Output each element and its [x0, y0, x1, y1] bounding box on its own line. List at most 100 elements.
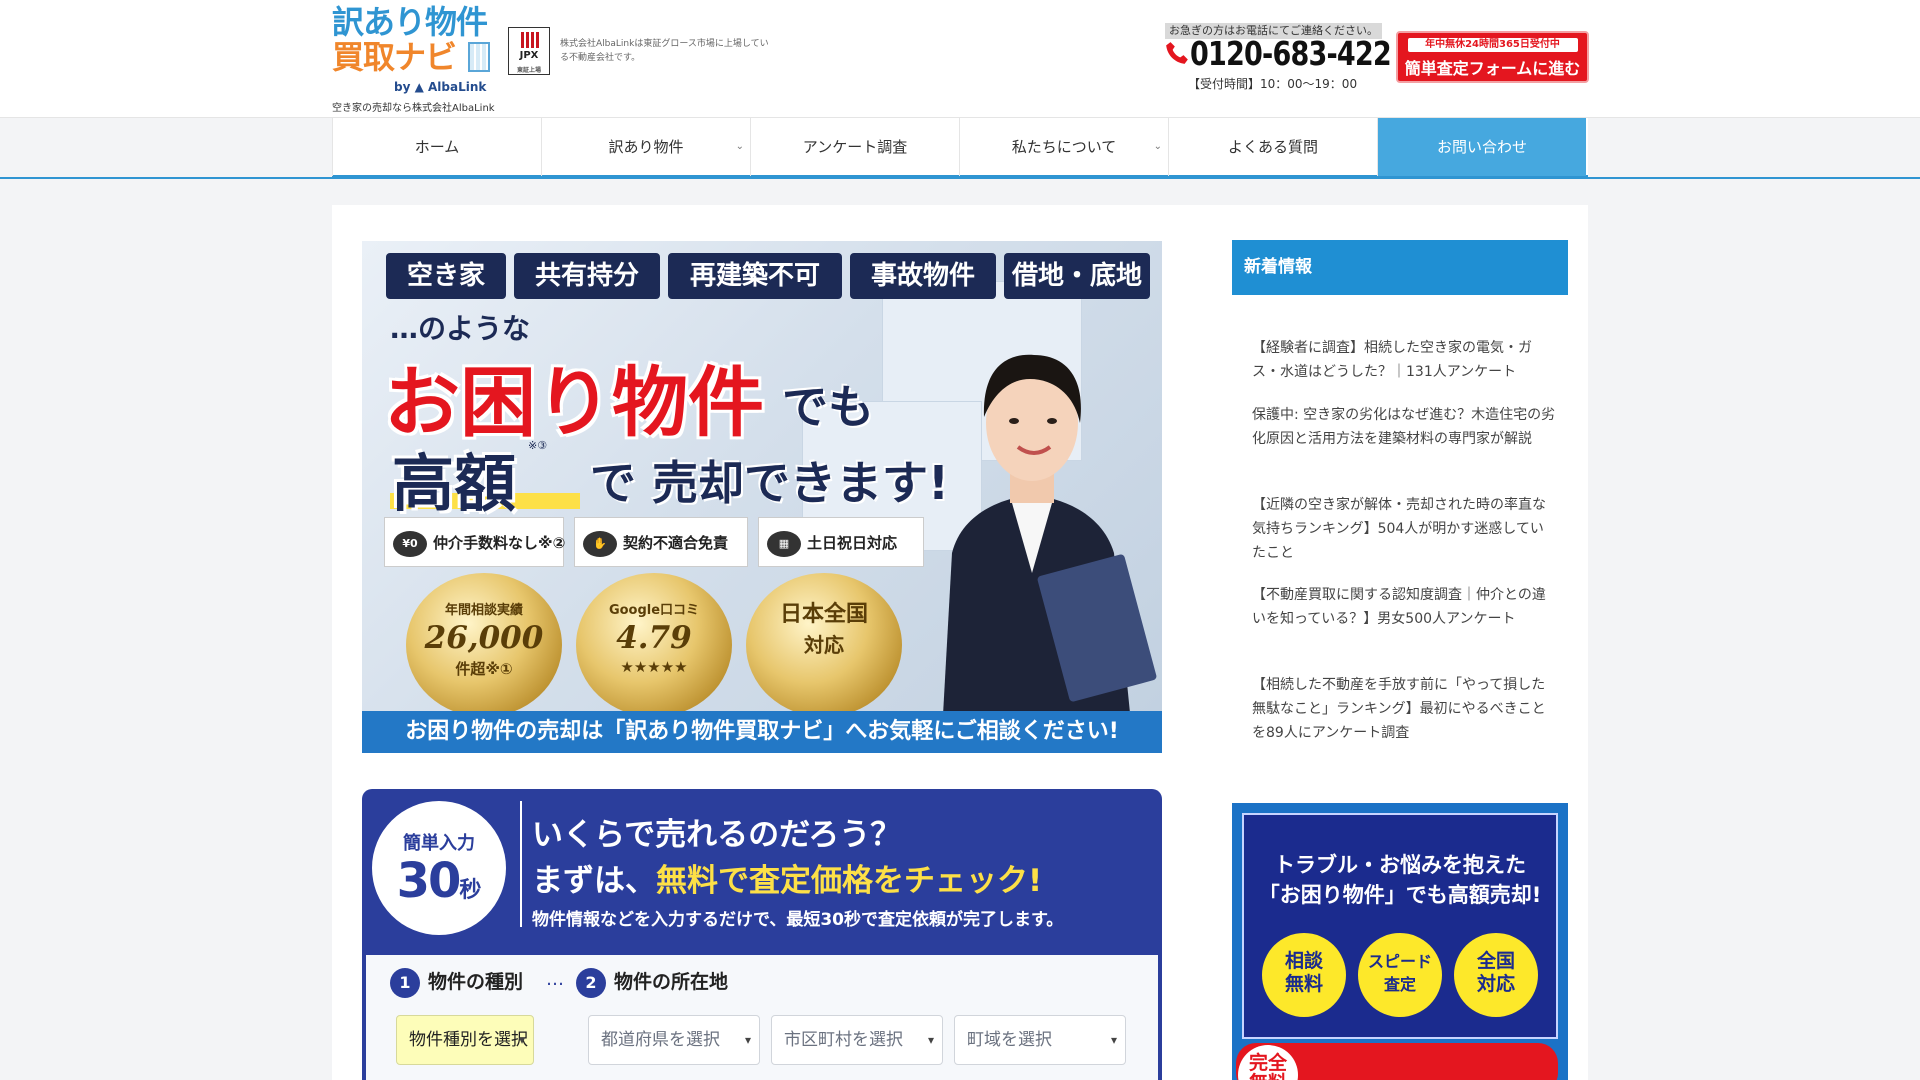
badge-number: 30秒	[372, 855, 506, 917]
form-panel: 1 物件の種別 … 2 物件の所在地 物件種別を選択 ▾ 都道府県を選択 ▾ 市区町村を…	[366, 955, 1158, 1080]
feature-label: 仲介手数料なし※②	[433, 534, 566, 552]
badge-title: 簡単入力	[403, 833, 475, 854]
feature-liability-waiver: ✋ 契約不適合免責	[574, 517, 748, 567]
medal-unit: 件超※①	[455, 660, 513, 678]
step-number: 1	[390, 967, 420, 998]
form-description: 物件情報などを入力するだけで、最短30秒で査定依頼が完了します。	[532, 910, 1064, 930]
banner-line1: トラブル・お悩みを抱えた	[1274, 853, 1526, 877]
hero-headline-suffix: でも	[782, 380, 874, 434]
easy-input-badge: 簡単入力 30秒	[372, 801, 506, 935]
feature-label: 契約不適合免責	[623, 534, 729, 552]
chevron-down-icon: ⌄	[735, 141, 744, 152]
hero-high-price: 高額	[392, 447, 517, 520]
yen-zero-icon: ¥0	[393, 530, 427, 557]
form-subheading-highlight: 無料で査定価格をチェック!	[656, 863, 1043, 899]
nav-label: ホーム	[414, 138, 460, 156]
form-subheading: まずは、無料で査定価格をチェック!	[532, 855, 1042, 900]
news-item[interactable]: 【不動産買取に関する認知度調査｜仲介との違いを知っている？】男女500人アンケー…	[1252, 583, 1556, 631]
phone-icon	[1166, 42, 1188, 64]
property-type-select[interactable]: 物件種別を選択 ▾	[396, 1015, 534, 1065]
banner-free-consultation: 相談 無料	[1262, 933, 1346, 1017]
hero-tag: 再建築不可	[668, 253, 842, 299]
chevron-down-icon: ▾	[518, 1033, 525, 1047]
nav-item-contact[interactable]: お問い合わせ	[1377, 118, 1586, 176]
medal-google-reviews: Google口コミ 4.79 ★★★★★	[576, 573, 732, 717]
business-woman-image	[942, 354, 1157, 733]
step-separator: …	[546, 969, 564, 990]
city-select[interactable]: 市区町村を選択 ▾	[771, 1015, 943, 1065]
jpx-label: JPX	[519, 50, 539, 61]
hero-tag: 共有持分	[514, 253, 660, 299]
cta-badge: 年中無休24時間365日受付中	[1407, 38, 1578, 52]
logo-line1: 訳あり物件	[332, 3, 488, 41]
form-heading: いくらで売れるのだろう？	[532, 817, 902, 853]
feature-weekend-support: ▦ 土日祝日対応	[758, 517, 924, 567]
site-header: 訳あり物件 買取ナビ by ▲ AlbaLink 空き家の売却なら株式会社Alb…	[0, 0, 1920, 117]
news-item[interactable]: 【相続した不動産を手放す前に「やって損した無駄なこと」ランキング】最初にやるべき…	[1252, 673, 1556, 745]
logo-tagline: 空き家の売却なら株式会社AlbaLink	[332, 103, 495, 114]
step-property-type: 1 物件の種別	[390, 967, 523, 998]
hero-banner[interactable]: 空き家 共有持分 再建築不可 事故物件 借地・底地 …のような お困り物件 でも…	[362, 241, 1162, 753]
banner-inner: トラブル・お悩みを抱えた 「お困り物件」でも高額売却! 相談 無料 スピード 査…	[1242, 813, 1558, 1039]
jpx-logo-icon	[521, 32, 539, 48]
medal-value: 4.79	[616, 620, 692, 656]
nav-label: アンケート調査	[802, 138, 908, 156]
medal-value: 日本全国	[779, 601, 868, 627]
feature-no-fee: ¥0 仲介手数料なし※②	[384, 517, 566, 567]
business-hours: 【受付時間】10：00～19：00	[1188, 77, 1358, 91]
nav-bottom-border	[0, 177, 1920, 179]
nav-item-faq[interactable]: よくある質問	[1168, 118, 1377, 176]
jpx-sub: 東証上場	[516, 67, 541, 74]
prefecture-select[interactable]: 都道府県を選択 ▾	[588, 1015, 760, 1065]
news-heading: 新着情報	[1232, 240, 1568, 295]
listed-company-text: 株式会社AlbaLinkは東証グロース市場に上場している不動産会社です。	[560, 39, 769, 63]
form-subheading-prefix: まずは、	[532, 863, 656, 899]
nav-item-about[interactable]: 私たちについて ⌄	[959, 118, 1168, 176]
badge-seconds: 30	[396, 853, 462, 909]
site-logo[interactable]: 訳あり物件 買取ナビ by ▲ AlbaLink 空き家の売却なら株式会社Alb…	[332, 2, 512, 114]
select-value: 町域を選択	[967, 1030, 1052, 1050]
nav-item-home[interactable]: ホーム	[332, 118, 541, 176]
chevron-down-icon: ⌄	[1153, 141, 1162, 152]
nav-item-properties[interactable]: 訳あり物件 ⌄	[541, 118, 750, 176]
divider	[520, 801, 522, 927]
medal-title: Google口コミ	[608, 603, 700, 618]
main-nav: ホーム 訳あり物件 ⌄ アンケート調査 私たちについて ⌄ よくある質問 お問い合わ…	[332, 117, 1588, 177]
quick-assessment-form-button[interactable]: 年中無休24時間365日受付中 簡単査定フォームに進む	[1396, 31, 1589, 83]
step-number: 2	[576, 967, 606, 998]
calendar-icon: ▦	[767, 530, 801, 557]
nav-item-survey[interactable]: アンケート調査	[750, 118, 959, 176]
select-value: 物件種別を選択	[409, 1030, 528, 1050]
hero-tag: 事故物件	[850, 253, 996, 299]
jpx-badge: JPX 東証上場	[508, 27, 550, 75]
news-item[interactable]: 保護中: 空き家の劣化はなぜ進む？木造住宅の劣化原因と活用方法を建築材料の専門家…	[1252, 403, 1556, 451]
news-item[interactable]: 【経験者に調査】相続した空き家の電気・ガス・水道はどうした？｜131人アンケート	[1252, 336, 1556, 384]
logo-line2: 買取ナビ	[332, 38, 457, 76]
hand-icon: ✋	[583, 530, 617, 557]
area-select[interactable]: 町域を選択 ▾	[954, 1015, 1126, 1065]
step-label: 物件の所在地	[614, 971, 729, 993]
nav-label: 訳あり物件	[608, 138, 684, 156]
hero-tag: 借地・底地	[1004, 253, 1150, 299]
nav-label: 私たちについて	[1011, 138, 1117, 156]
assessment-form: 簡単入力 30秒 いくらで売れるのだろう？ まずは、無料で査定価格をチェック! …	[362, 789, 1162, 1080]
medal-consultations: 年間相談実績 26,000 件超※①	[406, 573, 562, 717]
cta-label: 簡単査定フォームに進む	[1404, 59, 1581, 78]
hero-tag: 空き家	[386, 253, 506, 299]
medal-unit: 対応	[804, 633, 844, 657]
select-value: 都道府県を選択	[601, 1030, 720, 1050]
building-icon	[468, 42, 490, 72]
medal-value: 26,000	[424, 620, 544, 656]
step-location: 2 物件の所在地	[576, 967, 728, 998]
medal-title: 年間相談実績	[444, 603, 523, 618]
select-value: 市区町村を選択	[784, 1030, 903, 1050]
logo-by-albalink: by ▲ AlbaLink	[394, 80, 487, 94]
news-item[interactable]: 【近隣の空き家が解体・売却された時の率直な気持ちランキング】504人が明かす迷惑…	[1252, 493, 1556, 565]
banner-speed-assessment: スピード 査定	[1358, 933, 1442, 1017]
phone-number[interactable]: 0120-683-422	[1190, 34, 1392, 73]
hero-footnote: ※③	[528, 439, 548, 452]
sidebar-banner[interactable]: トラブル・お悩みを抱えた 「お困り物件」でも高額売却! 相談 無料 スピード 査…	[1232, 803, 1568, 1080]
banner-nationwide: 全国 対応	[1454, 933, 1538, 1017]
nav-label: よくある質問	[1227, 138, 1318, 156]
badge-unit: 秒	[459, 878, 482, 903]
